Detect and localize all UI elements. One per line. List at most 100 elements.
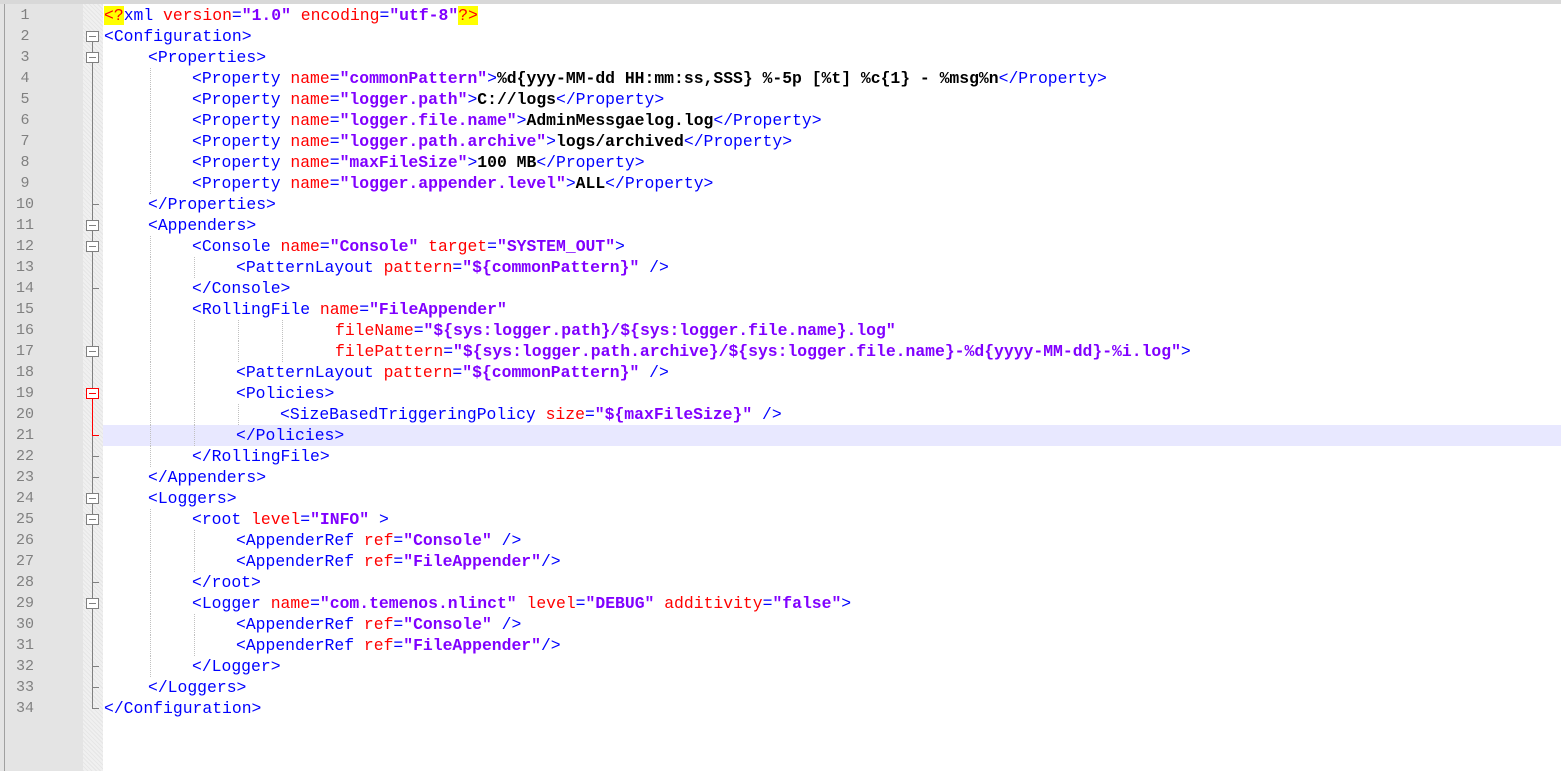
line-number: 11 [15,217,34,234]
line-number: 22 [15,448,34,465]
code-line[interactable]: 28 </root> [0,572,1561,593]
code-text[interactable]: <PatternLayout pattern="${commonPattern}… [236,257,669,278]
code-line[interactable]: 30 <AppenderRef ref="Console" /> [0,614,1561,635]
code-text[interactable]: <?xml version="1.0" encoding="utf-8"?> [104,5,478,26]
line-number: 24 [15,490,34,507]
fold-toggle-icon[interactable] [83,488,103,509]
code-text[interactable]: </RollingFile> [192,446,330,467]
code-text[interactable]: <Properties> [148,47,266,68]
code-line[interactable]: 10 </Properties> [0,194,1561,215]
code-line[interactable]: 31 <AppenderRef ref="FileAppender"/> [0,635,1561,656]
code-text[interactable]: </root> [192,572,261,593]
code-line[interactable]: 23 </Appenders> [0,467,1561,488]
code-line[interactable]: 17 filePattern="${sys:logger.path.archive… [0,341,1561,362]
code-line[interactable]: 32 </Logger> [0,656,1561,677]
code-line[interactable]: 13 <PatternLayout pattern="${commonPatter… [0,257,1561,278]
code-text[interactable]: <Property name="commonPattern">%d{yyy-MM… [192,68,1107,89]
fold-toggle-icon[interactable] [83,215,103,236]
code-text[interactable]: fileName="${sys:logger.path}/${sys:logge… [335,320,896,341]
xml-tag-token: = [329,132,340,151]
code-line[interactable]: 21 </Policies> [0,425,1561,446]
code-line[interactable]: 20 <SizeBasedTriggeringPolicy size="${max… [0,404,1561,425]
code-line[interactable]: 33 </Loggers> [0,677,1561,698]
code-text[interactable]: <Property name="logger.file.name">AdminM… [192,110,822,131]
code-text[interactable]: <Property name="logger.path">C://logs</P… [192,89,664,110]
code-text[interactable]: </Loggers> [148,677,246,698]
fold-toggle-icon[interactable] [83,509,103,530]
code-text[interactable]: <Property name="logger.path.archive">log… [192,131,792,152]
xml-declaration-token: ?> [458,6,478,25]
xml-text-token: AdminMessgaelog.log [526,111,714,130]
code-line[interactable]: 14 </Console> [0,278,1561,299]
code-line[interactable]: 5 <Property name="logger.path">C://logs</… [0,89,1561,110]
xml-tag-token: <SizeBasedTriggeringPolicy [280,405,536,424]
xml-attribute-token: name [290,111,330,130]
code-text[interactable]: <Logger name="com.temenos.nlinct" level=… [192,593,851,614]
code-line[interactable]: 2 <Configuration> [0,26,1561,47]
xml-tag-token: <Console [192,237,271,256]
code-line[interactable]: 24 <Loggers> [0,488,1561,509]
code-text[interactable]: </Appenders> [148,467,266,488]
fold-toggle-icon[interactable] [83,47,103,68]
code-text[interactable]: filePattern="${sys:logger.path.archive}/… [335,341,1191,362]
code-line[interactable]: 15 <RollingFile name="FileAppender" [0,299,1561,320]
code-line[interactable]: 27 <AppenderRef ref="FileAppender"/> [0,551,1561,572]
code-text[interactable]: <Property name="maxFileSize">100 MB</Pro… [192,152,645,173]
code-text[interactable]: </Properties> [148,194,276,215]
code-text[interactable]: <AppenderRef ref="FileAppender"/> [236,551,561,572]
xml-attribute-token: name [290,153,330,172]
xml-tag-token: = [329,69,340,88]
code-text[interactable]: </Logger> [192,656,281,677]
code-line[interactable]: 11 <Appenders> [0,215,1561,236]
fold-toggle-icon[interactable] [83,341,103,362]
code-line[interactable]: 3 <Properties> [0,47,1561,68]
fold-toggle-icon[interactable] [83,593,103,614]
fold-line [83,68,103,89]
code-line[interactable]: 4 <Property name="commonPattern">%d{yyy-M… [0,68,1561,89]
code-text[interactable]: <AppenderRef ref="Console" /> [236,530,521,551]
xml-text-token: %d{yyy-MM-dd HH:mm:ss,SSS} %-5p [%t] %c{… [496,69,999,88]
fold-toggle-icon[interactable] [83,236,103,257]
code-line[interactable]: 26 <AppenderRef ref="Console" /> [0,530,1561,551]
fold-toggle-icon[interactable] [83,26,103,47]
code-text[interactable]: <Property name="logger.appender.level">A… [192,173,713,194]
code-text[interactable]: <AppenderRef ref="FileAppender"/> [236,635,561,656]
code-line[interactable]: 6 <Property name="logger.file.name">Admin… [0,110,1561,131]
code-line[interactable]: 18 <PatternLayout pattern="${commonPatter… [0,362,1561,383]
code-text[interactable]: <RollingFile name="FileAppender" [192,299,507,320]
code-text[interactable]: <Console name="Console" target="SYSTEM_O… [192,236,625,257]
code-line[interactable]: 12 <Console name="Console" target="SYSTEM… [0,236,1561,257]
code-line[interactable]: 19 <Policies> [0,383,1561,404]
code-text[interactable]: <AppenderRef ref="Console" /> [236,614,521,635]
xml-tag-token: = [393,615,404,634]
code-line[interactable]: 1 <?xml version="1.0" encoding="utf-8"?> [0,5,1561,26]
xml-tag-token: = [487,237,497,256]
code-line[interactable]: 7 <Property name="logger.path.archive">lo… [0,131,1561,152]
code-text[interactable]: </Policies> [236,425,344,446]
code-text[interactable]: </Console> [192,278,290,299]
xml-tag-token: = [393,531,404,550]
xml-value-token: "logger.path.archive" [339,132,547,151]
fold-line [83,89,103,110]
xml-tag-token: </Property> [998,69,1107,88]
xml-attribute-token: pattern [383,258,453,277]
code-text[interactable]: </Configuration> [104,698,261,719]
code-text[interactable]: <PatternLayout pattern="${commonPattern}… [236,362,669,383]
code-text[interactable]: <Policies> [236,383,334,404]
code-line[interactable]: 22 </RollingFile> [0,446,1561,467]
code-line[interactable]: 16 fileName="${sys:logger.path}/${sys:log… [0,320,1561,341]
code-text[interactable]: <SizeBasedTriggeringPolicy size="${maxFi… [280,404,782,425]
code-line[interactable]: 9 <Property name="logger.appender.level">… [0,173,1561,194]
code-line[interactable]: 25 <root level="INFO" > [0,509,1561,530]
fold-toggle-icon[interactable] [83,383,103,404]
code-line[interactable]: 29 <Logger name="com.temenos.nlinct" leve… [0,593,1561,614]
code-line[interactable]: 8 <Property name="maxFileSize">100 MB</Pr… [0,152,1561,173]
code-text[interactable]: <Loggers> [148,488,237,509]
code-text[interactable]: <Configuration> [104,26,252,47]
code-text[interactable]: <Appenders> [148,215,256,236]
code-line[interactable]: 34 </Configuration> [0,698,1561,719]
code-text[interactable]: <root level="INFO" > [192,509,389,530]
